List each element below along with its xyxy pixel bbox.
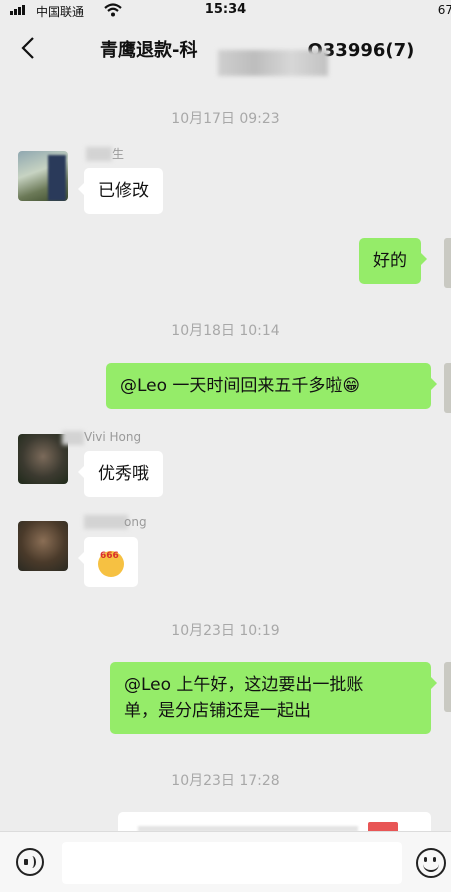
- avatar[interactable]: [18, 151, 68, 201]
- message-bubble[interactable]: 优秀哦: [78, 451, 163, 497]
- battery-level: 67: [437, 3, 451, 17]
- sender-name: ong: [124, 515, 147, 529]
- redaction-blur: [62, 431, 84, 445]
- message-bubble[interactable]: @Leo 一天时间回来五千多啦😁: [106, 363, 437, 409]
- message-bubble[interactable]: @Leo 上午好，这边要出一批账 单，是分店铺还是一起出: [110, 662, 437, 734]
- chat-title-text: 青鹰退款-科: [100, 40, 198, 61]
- chat-header: 青鹰退款-科 Q33996(7): [0, 20, 451, 76]
- redaction-blur: [218, 50, 328, 76]
- avatar[interactable]: [444, 238, 451, 288]
- message-input[interactable]: [62, 842, 402, 884]
- input-bar: [0, 831, 451, 892]
- timestamp: 10月18日 10:14: [171, 323, 280, 339]
- emoji-text: 666: [100, 551, 119, 561]
- avatar[interactable]: [18, 434, 68, 484]
- message-line: 单，是分店铺还是一起出: [124, 701, 311, 721]
- avatar[interactable]: [444, 363, 451, 413]
- sender-name: 生: [112, 147, 125, 161]
- message-bubble[interactable]: 好的: [359, 238, 427, 284]
- message-bubble[interactable]: 已修改: [78, 168, 163, 214]
- message-line: @Leo 上午好，这边要出一批账: [124, 675, 364, 695]
- avatar[interactable]: [444, 662, 451, 712]
- message-bubble[interactable]: 666: [78, 537, 138, 587]
- status-bar: 中国联通 15:34 67: [0, 0, 451, 20]
- voice-icon[interactable]: [16, 848, 44, 876]
- avatar[interactable]: [18, 521, 68, 571]
- chevron-left-icon[interactable]: [18, 36, 40, 60]
- redaction-blur: [84, 515, 128, 529]
- emoji-icon[interactable]: [416, 848, 446, 878]
- timestamp: 10月23日 10:19: [171, 623, 280, 639]
- sender-name: Vivi Hong: [84, 430, 142, 444]
- redaction-blur: [86, 147, 112, 161]
- status-time: 15:34: [204, 2, 247, 17]
- timestamp: 10月17日 09:23: [171, 111, 280, 127]
- timestamp: 10月23日 17:28: [171, 773, 280, 789]
